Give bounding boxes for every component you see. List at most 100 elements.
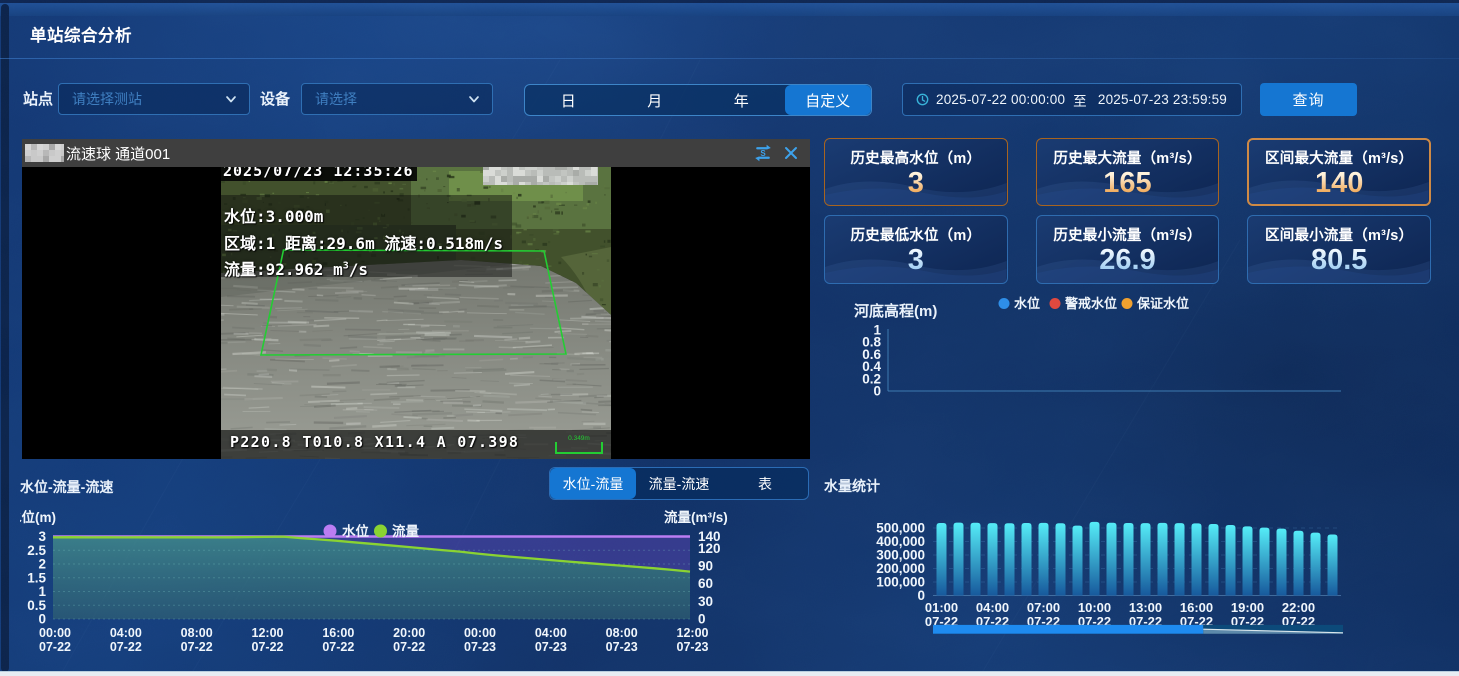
svg-text:200,000: 200,000 (876, 561, 925, 576)
svg-text:07-23: 07-23 (535, 640, 567, 654)
osd-water-level: 水位:3.000m (224, 203, 323, 227)
svg-text:水位: 水位 (342, 523, 369, 539)
video-frame: 0.349m 2025/07/23 12:35:26 水位:3.000m 区域:… (221, 167, 611, 459)
svg-text:0: 0 (698, 612, 706, 627)
datazoom-selected[interactable] (933, 625, 1203, 634)
period-option[interactable]: 日 (525, 85, 612, 115)
period-option[interactable]: 月 (612, 85, 699, 115)
osd-telemetry: P220.8 T010.8 X11.4 A 07.398 (230, 433, 519, 451)
volume-chart: 0100,000200,000300,000400,000500,00001:0… (815, 505, 1459, 650)
svg-text:水位(m): 水位(m) (8, 509, 56, 525)
stat-card-label: 区间最小流量（m³/s） (1265, 224, 1413, 245)
chevron-down-icon (224, 92, 238, 106)
svg-text:13:00: 13:00 (1129, 600, 1162, 615)
svg-text:保证水位: 保证水位 (1136, 296, 1189, 311)
svg-text:2: 2 (38, 557, 46, 572)
video-viewport[interactable]: 0.349m 2025/07/23 12:35:26 水位:3.000m 区域:… (22, 167, 810, 459)
svg-text:07-23: 07-23 (464, 640, 496, 654)
close-icon[interactable] (784, 146, 798, 160)
period-option[interactable]: 自定义 (785, 85, 872, 115)
stat-card-label: 区间最大流量（m³/s） (1265, 147, 1413, 168)
svg-text:0.5: 0.5 (27, 598, 46, 613)
stat-card: 历史最高水位（m）3 (824, 138, 1008, 206)
stat-card-value: 80.5 (1311, 245, 1367, 275)
stat-card: 历史最小流量（m³/s）26.9 (1036, 215, 1220, 284)
svg-text:流量: 流量 (392, 523, 419, 539)
dashboard-root: 单站综合分析 站点 请选择测站 设备 请选择 日月年自定义 2025-07-22… (0, 0, 1459, 676)
stat-card-label: 历史最高水位（m） (850, 147, 981, 168)
svg-text:01:00: 01:00 (925, 600, 958, 615)
query-button[interactable]: 查询 (1260, 83, 1357, 116)
stat-card-value: 26.9 (1099, 245, 1155, 275)
date-separator: 至 (1073, 90, 1087, 110)
svg-text:0: 0 (873, 384, 881, 399)
svg-text:10:00: 10:00 (1078, 600, 1111, 615)
volume-title: 水量统计 (824, 476, 880, 496)
svg-text:流量(m³/s): 流量(m³/s) (664, 509, 728, 525)
date-start: 2025-07-22 00:00:00 (936, 92, 1065, 107)
svg-text:08:00: 08:00 (606, 626, 638, 640)
device-select[interactable]: 请选择 (301, 83, 493, 115)
video-title: 流速球 通道001 (66, 143, 170, 164)
header-divider (0, 58, 1459, 59)
stage-flow-tab[interactable]: 流量-流速 (636, 468, 722, 499)
svg-text:水位: 水位 (1014, 296, 1040, 311)
date-end: 2025-07-23 23:59:59 (1098, 92, 1227, 107)
bg-bottom-strip (0, 671, 1459, 676)
svg-text:300,000: 300,000 (876, 548, 925, 563)
svg-text:16:00: 16:00 (322, 626, 354, 640)
period-option[interactable]: 年 (698, 85, 785, 115)
device-placeholder: 请选择 (315, 89, 467, 109)
censored-overlay (483, 167, 598, 185)
svg-text:12:00: 12:00 (677, 626, 709, 640)
page-title: 单站综合分析 (30, 22, 132, 46)
svg-text:04:00: 04:00 (976, 600, 1009, 615)
svg-text:00:00: 00:00 (464, 626, 496, 640)
stat-card-value: 165 (1103, 168, 1151, 198)
stat-card: 历史最大流量（m³/s）165 (1036, 138, 1220, 206)
svg-text:S: S (760, 149, 766, 158)
video-title-bar: 流速球 通道001 S (22, 139, 810, 167)
bg-top-band (0, 3, 1459, 16)
stat-card-label: 历史最小流量（m³/s） (1053, 224, 1201, 245)
svg-text:08:00: 08:00 (181, 626, 213, 640)
svg-text:30: 30 (698, 594, 713, 609)
svg-text:1: 1 (38, 584, 46, 599)
stream-switch-icon[interactable]: S (754, 144, 772, 162)
date-range-input[interactable]: 2025-07-22 00:00:00 至 2025-07-23 23:59:5… (902, 83, 1242, 116)
stage-flow-tab[interactable]: 表 (722, 468, 808, 499)
svg-text:500,000: 500,000 (876, 521, 925, 536)
stat-card: 区间最大流量（m³/s）140 (1247, 138, 1431, 206)
svg-text:90: 90 (698, 558, 713, 573)
svg-text:0.349m: 0.349m (568, 435, 590, 442)
svg-text:140: 140 (698, 529, 721, 544)
stat-card-label: 历史最大流量（m³/s） (1053, 147, 1201, 168)
clock-icon (916, 93, 929, 106)
stage-flow-tabs: 水位-流量流量-流速表 (549, 467, 809, 500)
stat-card-value: 3 (908, 168, 924, 198)
svg-text:00:00: 00:00 (39, 626, 71, 640)
stat-card-label: 历史最低水位（m） (850, 224, 981, 245)
svg-text:22:00: 22:00 (1282, 600, 1315, 615)
station-label: 站点 (23, 91, 53, 109)
svg-text:07-22: 07-22 (39, 640, 71, 654)
svg-text:0: 0 (38, 612, 46, 627)
svg-text:07-22: 07-22 (110, 640, 142, 654)
svg-text:07-22: 07-22 (322, 640, 354, 654)
stat-cards: 历史最高水位（m）3历史最大流量（m³/s）165区间最大流量（m³/s）140… (824, 138, 1431, 284)
stage-flow-title: 水位-流量-流速 (20, 477, 113, 497)
svg-text:07-22: 07-22 (252, 640, 284, 654)
stage-flow-chart: 水位(m)流量(m³/s)00.511.522.5303060901201400… (0, 505, 812, 665)
svg-text:警戒水位: 警戒水位 (1065, 296, 1117, 311)
svg-text:3: 3 (38, 529, 46, 544)
stage-flow-tab[interactable]: 水位-流量 (550, 468, 636, 499)
stat-card-value: 3 (908, 245, 924, 275)
svg-text:0: 0 (917, 588, 925, 603)
svg-text:04:00: 04:00 (535, 626, 567, 640)
stat-card-value: 140 (1315, 168, 1363, 198)
osd-timestamp: 2025/07/23 12:35:26 (223, 167, 414, 180)
period-segmented-control: 日月年自定义 (524, 84, 872, 116)
svg-text:19:00: 19:00 (1231, 600, 1264, 615)
station-select[interactable]: 请选择测站 (58, 83, 250, 115)
svg-text:16:00: 16:00 (1180, 600, 1213, 615)
